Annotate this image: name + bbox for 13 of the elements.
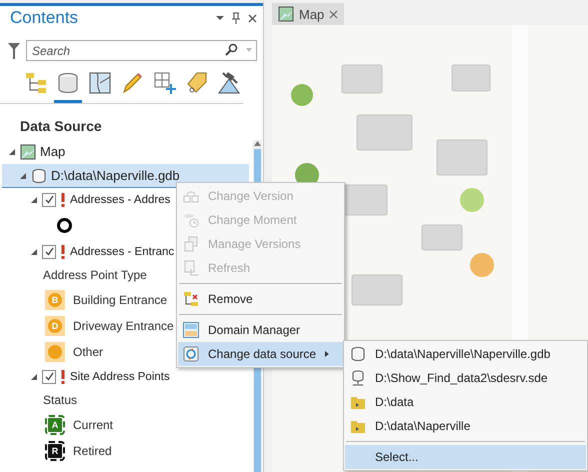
legend-symbol: A: [45, 414, 65, 434]
legend-label: Retired: [73, 444, 112, 458]
pane-title: Contents: [10, 8, 80, 28]
legend-heading: Status: [43, 393, 78, 407]
legend-label: Other: [73, 344, 104, 358]
legend-label: Driveway Entrance: [73, 318, 174, 332]
legend-symbol: B: [45, 290, 65, 310]
legend-label: Current: [73, 418, 114, 432]
legend-heading: Address Point Type: [43, 268, 147, 282]
section-title: Data Source: [19, 117, 103, 136]
legend-symbol: R: [45, 440, 65, 460]
legend-label: Building Entrance: [73, 292, 168, 306]
legend-symbol: D: [45, 316, 65, 336]
